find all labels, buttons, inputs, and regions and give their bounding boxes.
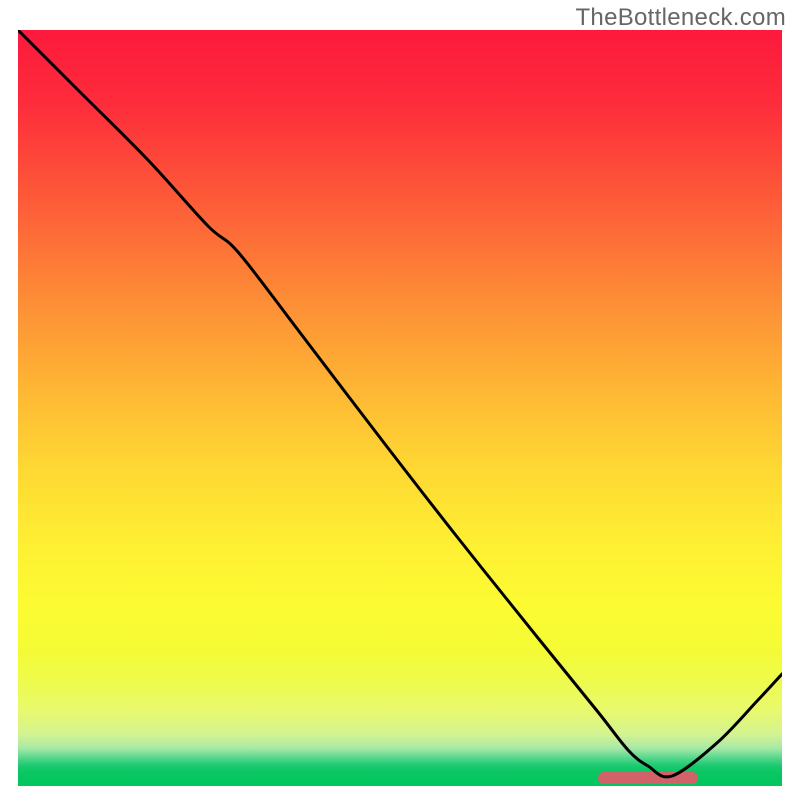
- chart-stage: TheBottleneck.com: [0, 0, 800, 800]
- bottleneck-curve: [18, 30, 782, 777]
- curve-overlay: [18, 30, 782, 786]
- sweet-spot-bar: [598, 772, 698, 784]
- watermark-label: TheBottleneck.com: [575, 4, 786, 32]
